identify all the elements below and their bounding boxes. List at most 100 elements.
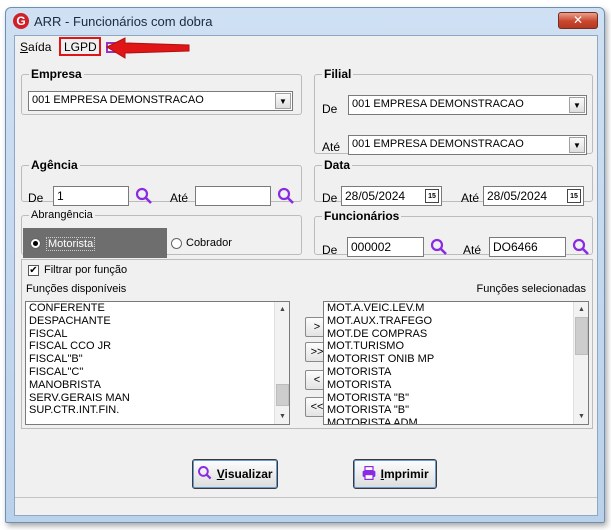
filial-de-select[interactable]: 001 EMPRESA DEMONSTRACAO ▼	[348, 95, 587, 115]
filial-ate-value: 001 EMPRESA DEMONSTRACAO	[352, 138, 524, 150]
empresa-legend: Empresa	[31, 67, 82, 81]
scroll-up-icon[interactable]: ▲	[275, 302, 289, 317]
disponiveis-scrollbar[interactable]: ▲ ▼	[274, 302, 289, 424]
printer-icon	[362, 466, 376, 480]
funcoes-selecionadas-list[interactable]: MOT.A.VEIC.LEV.M MOT.AUX.TRAFEGO MOT.DE CO…	[323, 301, 589, 425]
scroll-thumb[interactable]	[276, 384, 289, 406]
annotation-arrow-icon	[105, 37, 190, 59]
calendar-icon[interactable]: 15	[425, 189, 439, 203]
radio-cobrador[interactable]	[171, 238, 182, 249]
filial-ate-select[interactable]: 001 EMPRESA DEMONSTRACAO ▼	[348, 135, 587, 155]
app-window: G ARR - Funcionários com dobra ✕ Saída L…	[5, 7, 605, 523]
list-item[interactable]: MOTORISTA ADM	[327, 417, 434, 424]
list-item[interactable]: MOTORISTA	[327, 379, 434, 392]
search-icon	[198, 466, 212, 480]
chevron-down-icon[interactable]: ▼	[569, 97, 585, 113]
funcoes-disponiveis-label: Funções disponíveis	[26, 283, 127, 295]
client-area: Saída LGPD Empresa 001 EMPRESA DEMONSTRA…	[14, 35, 598, 516]
option-motorista-bg[interactable]: Motorista	[23, 228, 167, 258]
agencia-de-label: De	[28, 191, 44, 205]
list-item[interactable]: SUP.CTR.INT.FIN.	[29, 404, 130, 417]
list-item[interactable]: FISCAL CCO JR	[29, 340, 130, 353]
visualizar-label: isualizar	[224, 467, 273, 481]
list-item[interactable]: MOT.A.VEIC.LEV.M	[327, 302, 434, 315]
search-icon[interactable]	[134, 186, 154, 206]
agencia-de-input[interactable]: 1	[53, 186, 129, 206]
filtrar-funcao-label: Filtrar por função	[44, 264, 128, 276]
list-item[interactable]: MANOBRISTA	[29, 379, 130, 392]
menu-lgpd[interactable]: LGPD	[62, 40, 99, 54]
list-item[interactable]: MOTORISTA "B"	[327, 404, 434, 417]
title-bar: G ARR - Funcionários com dobra ✕	[6, 8, 604, 34]
list-item[interactable]: MOT.AUX.TRAFEGO	[327, 315, 434, 328]
funcoes-disponiveis-list[interactable]: CONFERENTE DESPACHANTE FISCAL FISCAL CCO JR…	[25, 301, 290, 425]
list-item[interactable]: MOTORIST ONIB MP	[327, 353, 434, 366]
close-button[interactable]: ✕	[558, 12, 598, 29]
funcoes-selecionadas-label: Funções selecionadas	[476, 283, 586, 295]
visualizar-button[interactable]: Visualizar	[192, 459, 278, 489]
funcoes-panel: ✔ Filtrar por função Funções disponíveis…	[21, 259, 593, 429]
list-item[interactable]: SERV.GERAIS MAN	[29, 392, 130, 405]
agencia-group: Agência De 1 Até	[21, 158, 302, 206]
imprimir-button[interactable]: Imprimir	[353, 459, 437, 489]
empresa-select[interactable]: 001 EMPRESA DEMONSTRACAO ▼	[28, 91, 293, 111]
selecionadas-scrollbar[interactable]: ▲ ▼	[573, 302, 588, 424]
search-icon[interactable]	[276, 186, 296, 206]
chevron-down-icon[interactable]: ▼	[275, 93, 291, 109]
menu-saida-label: aída	[28, 40, 52, 54]
abrangencia-legend: Abrangência	[31, 209, 93, 221]
empresa-group: Empresa 001 EMPRESA DEMONSTRACAO ▼	[21, 67, 302, 115]
radio-motorista[interactable]	[30, 238, 41, 249]
filial-legend: Filial	[324, 67, 352, 81]
search-icon[interactable]	[429, 237, 449, 257]
list-item[interactable]: FISCAL"C"	[29, 366, 130, 379]
funcionarios-de-input[interactable]: 000002	[347, 237, 424, 257]
list-item[interactable]: DESPACHANTE	[29, 315, 130, 328]
data-ate-label: Até	[461, 191, 480, 205]
data-group: Data De 28/05/2024 15 Até 28/05/2024 15	[314, 158, 593, 206]
status-bar	[15, 497, 597, 515]
scroll-down-icon[interactable]: ▼	[574, 409, 588, 424]
funcionarios-ate-label: Até	[463, 243, 482, 257]
list-item[interactable]: MOT.TURISMO	[327, 340, 434, 353]
app-logo-icon: G	[13, 13, 29, 29]
agencia-ate-input[interactable]	[195, 186, 271, 206]
filial-group: Filial De 001 EMPRESA DEMONSTRACAO ▼ Até…	[314, 67, 593, 155]
scroll-down-icon[interactable]: ▼	[275, 409, 289, 424]
radio-cobrador-label: Cobrador	[186, 237, 232, 249]
filial-de-value: 001 EMPRESA DEMONSTRACAO	[352, 98, 524, 110]
calendar-icon[interactable]: 15	[567, 189, 581, 203]
data-legend: Data	[324, 158, 351, 172]
list-item[interactable]: MOT.DE COMPRAS	[327, 328, 434, 341]
abrangencia-group: Abrangência Motorista Cobrador	[21, 209, 302, 258]
filial-de-label: De	[322, 102, 338, 116]
imprimir-label: mprimir	[384, 467, 429, 481]
menu-saida-accel: S	[20, 40, 29, 54]
list-item[interactable]: FISCAL"B"	[29, 353, 130, 366]
list-item[interactable]: MOTORISTA "B"	[327, 392, 434, 405]
radio-motorista-label: Motorista	[46, 237, 96, 251]
scroll-up-icon[interactable]: ▲	[574, 302, 588, 317]
agencia-ate-label: Até	[170, 191, 189, 205]
scroll-thumb[interactable]	[575, 317, 588, 355]
funcionarios-de-label: De	[322, 243, 338, 257]
chevron-down-icon[interactable]: ▼	[569, 137, 585, 153]
funcionarios-group: Funcionários De 000002 Até DO6466	[314, 209, 593, 257]
empresa-select-value: 001 EMPRESA DEMONSTRACAO	[32, 94, 204, 106]
agencia-legend: Agência	[31, 158, 78, 172]
data-de-input[interactable]: 28/05/2024 15	[341, 186, 442, 206]
data-ate-value: 28/05/2024	[487, 189, 548, 203]
list-item[interactable]: CONFERENTE	[29, 302, 130, 315]
menu-saida[interactable]: Saída	[20, 40, 51, 54]
funcionarios-ate-input[interactable]: DO6466	[489, 237, 566, 257]
data-ate-input[interactable]: 28/05/2024 15	[483, 186, 584, 206]
filtrar-funcao-checkbox[interactable]: ✔	[28, 265, 39, 276]
funcionarios-legend: Funcionários	[324, 209, 400, 223]
filial-ate-label: Até	[322, 140, 341, 154]
search-icon[interactable]	[571, 237, 591, 257]
data-de-label: De	[322, 191, 338, 205]
visualizar-accel: V	[216, 467, 225, 481]
list-item[interactable]: MOTORISTA	[327, 366, 434, 379]
funcoes-disponiveis-items: CONFERENTE DESPACHANTE FISCAL FISCAL CCO JR…	[29, 302, 130, 417]
list-item[interactable]: FISCAL	[29, 328, 130, 341]
